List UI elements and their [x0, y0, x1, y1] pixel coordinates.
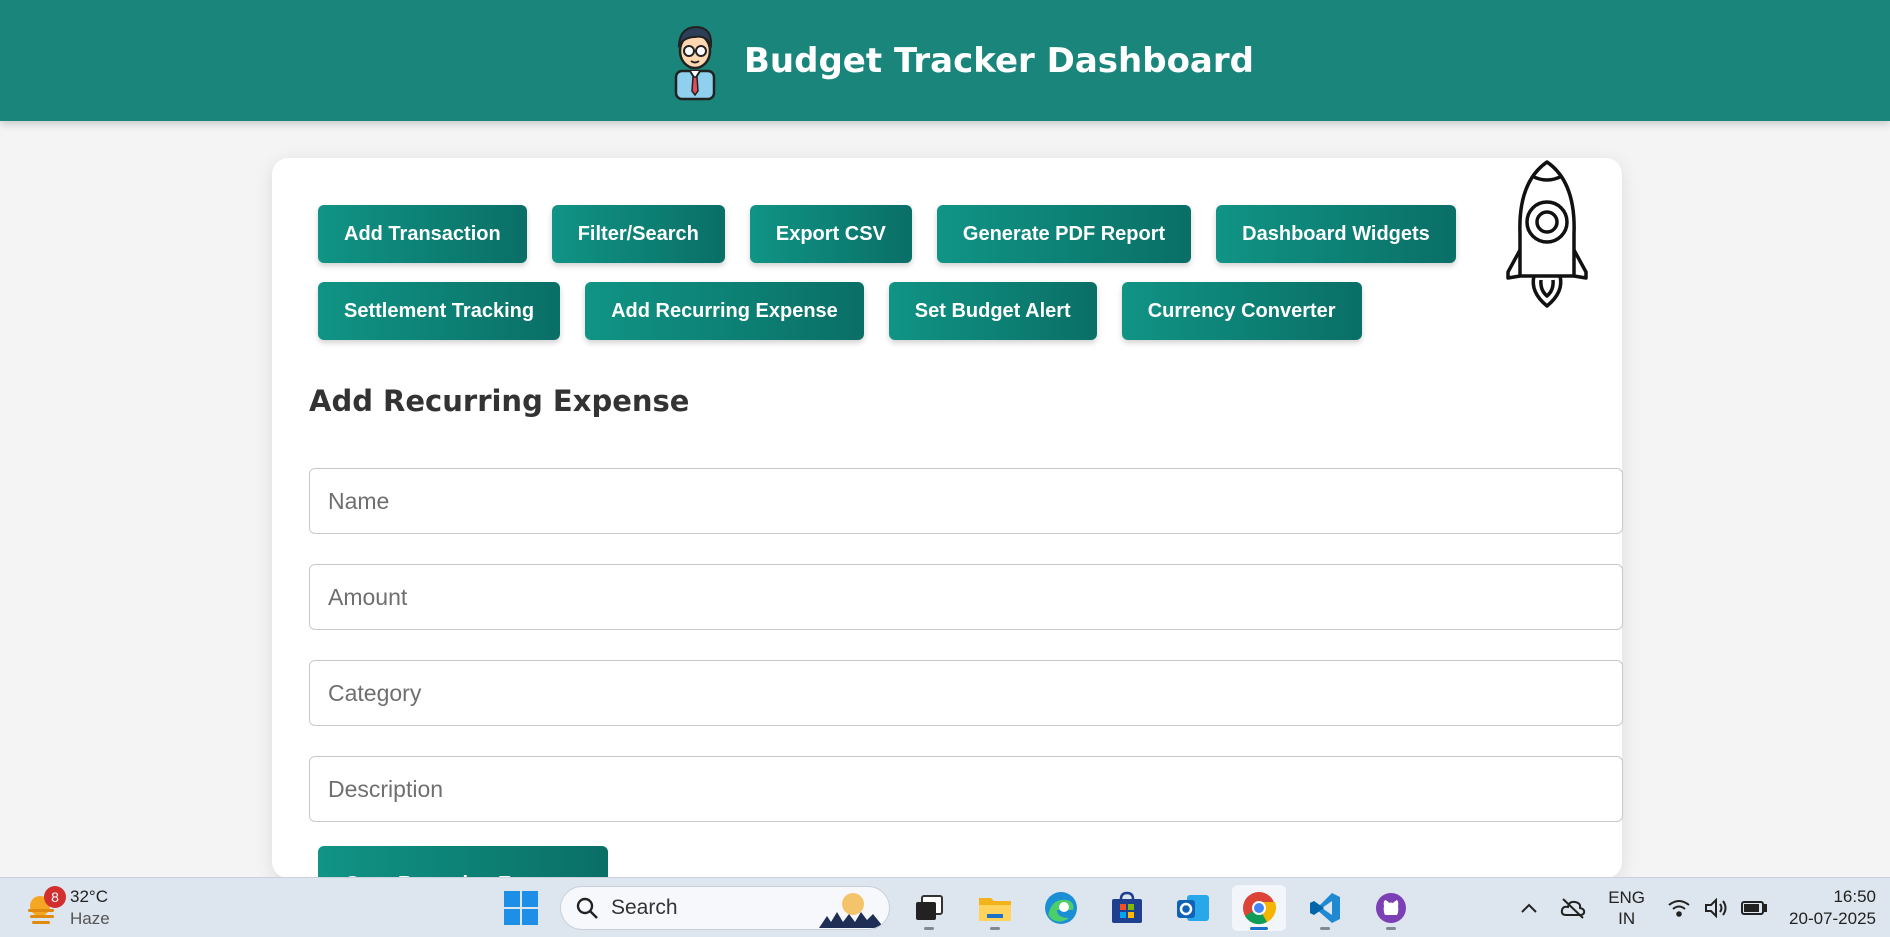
- currency-converter-button[interactable]: Currency Converter: [1121, 282, 1362, 340]
- description-input[interactable]: [309, 756, 1623, 822]
- task-view-icon[interactable]: [902, 885, 956, 931]
- search-label: Search: [611, 896, 678, 919]
- system-tray: ENG IN 16:50 20-07-2025: [1520, 886, 1876, 930]
- generate-pdf-report-button[interactable]: Generate PDF Report: [936, 205, 1192, 263]
- add-transaction-button[interactable]: Add Transaction: [318, 205, 527, 263]
- wifi-icon: [1668, 900, 1690, 917]
- running-indicator: [1386, 927, 1396, 930]
- notification-badge: 8: [44, 886, 66, 908]
- cloud-off-icon[interactable]: [1560, 897, 1586, 919]
- chrome-icon[interactable]: [1232, 885, 1286, 931]
- dashboard-widgets-button[interactable]: Dashboard Widgets: [1216, 205, 1456, 263]
- app-header: Budget Tracker Dashboard: [0, 0, 1890, 121]
- chevron-up-icon[interactable]: [1520, 902, 1538, 914]
- language-indicator[interactable]: ENG IN: [1608, 887, 1645, 929]
- running-indicator: [1250, 927, 1268, 930]
- category-input[interactable]: [309, 660, 1623, 726]
- volume-icon: [1705, 897, 1727, 919]
- name-input[interactable]: [309, 468, 1623, 534]
- toolbar-row-2: Settlement Tracking Add Recurring Expens…: [318, 282, 1362, 340]
- running-indicator: [990, 927, 1000, 930]
- language-code: ENG: [1608, 888, 1646, 907]
- file-explorer-icon[interactable]: [968, 885, 1022, 931]
- moon-landscape-icon: [819, 893, 881, 928]
- export-csv-button[interactable]: Export CSV: [749, 205, 912, 263]
- region-code: IN: [1618, 909, 1636, 928]
- header-brand: Budget Tracker Dashboard: [666, 21, 1254, 101]
- github-icon[interactable]: [1364, 885, 1418, 931]
- start-icon[interactable]: [494, 885, 548, 931]
- vscode-icon[interactable]: [1298, 885, 1352, 931]
- edge-icon[interactable]: [1034, 885, 1088, 931]
- filter-search-button[interactable]: Filter/Search: [551, 205, 725, 263]
- clock-time: 16:50: [1833, 887, 1876, 906]
- running-indicator: [1320, 927, 1330, 930]
- set-budget-alert-button[interactable]: Set Budget Alert: [888, 282, 1097, 340]
- form-title: Add Recurring Expense: [309, 384, 690, 418]
- settlement-tracking-button[interactable]: Settlement Tracking: [318, 282, 561, 340]
- weather-widget[interactable]: 8 32°C Haze: [24, 886, 110, 930]
- weather-condition: Haze: [70, 909, 110, 928]
- clock-date: 20-07-2025: [1789, 909, 1876, 928]
- user-avatar-icon: [674, 25, 716, 100]
- clock[interactable]: 16:50 20-07-2025: [1789, 886, 1876, 930]
- running-indicator: [924, 927, 934, 930]
- dashboard-card: Add Transaction Filter/Search Export CSV…: [272, 158, 1623, 904]
- store-icon[interactable]: [1100, 885, 1154, 931]
- page-title: Budget Tracker Dashboard: [744, 40, 1254, 81]
- quick-settings[interactable]: [1667, 897, 1768, 919]
- amount-input[interactable]: [309, 564, 1623, 630]
- rocket-icon: [1506, 160, 1588, 308]
- battery-icon: [1741, 901, 1768, 915]
- weather-text: 32°C Haze: [70, 886, 110, 930]
- taskbar-search[interactable]: Search: [560, 886, 890, 930]
- weather-haze-icon: 8: [24, 886, 66, 926]
- toolbar-row-1: Add Transaction Filter/Search Export CSV…: [318, 205, 1456, 263]
- search-icon: [576, 897, 598, 919]
- add-recurring-expense-button[interactable]: Add Recurring Expense: [585, 282, 864, 340]
- taskbar: 8 32°C Haze Search ENG IN 16:50 20-07-20…: [0, 877, 1890, 937]
- outlook-icon[interactable]: [1166, 885, 1220, 931]
- weather-temp: 32°C: [70, 887, 108, 906]
- taskbar-apps: Search: [494, 885, 1418, 931]
